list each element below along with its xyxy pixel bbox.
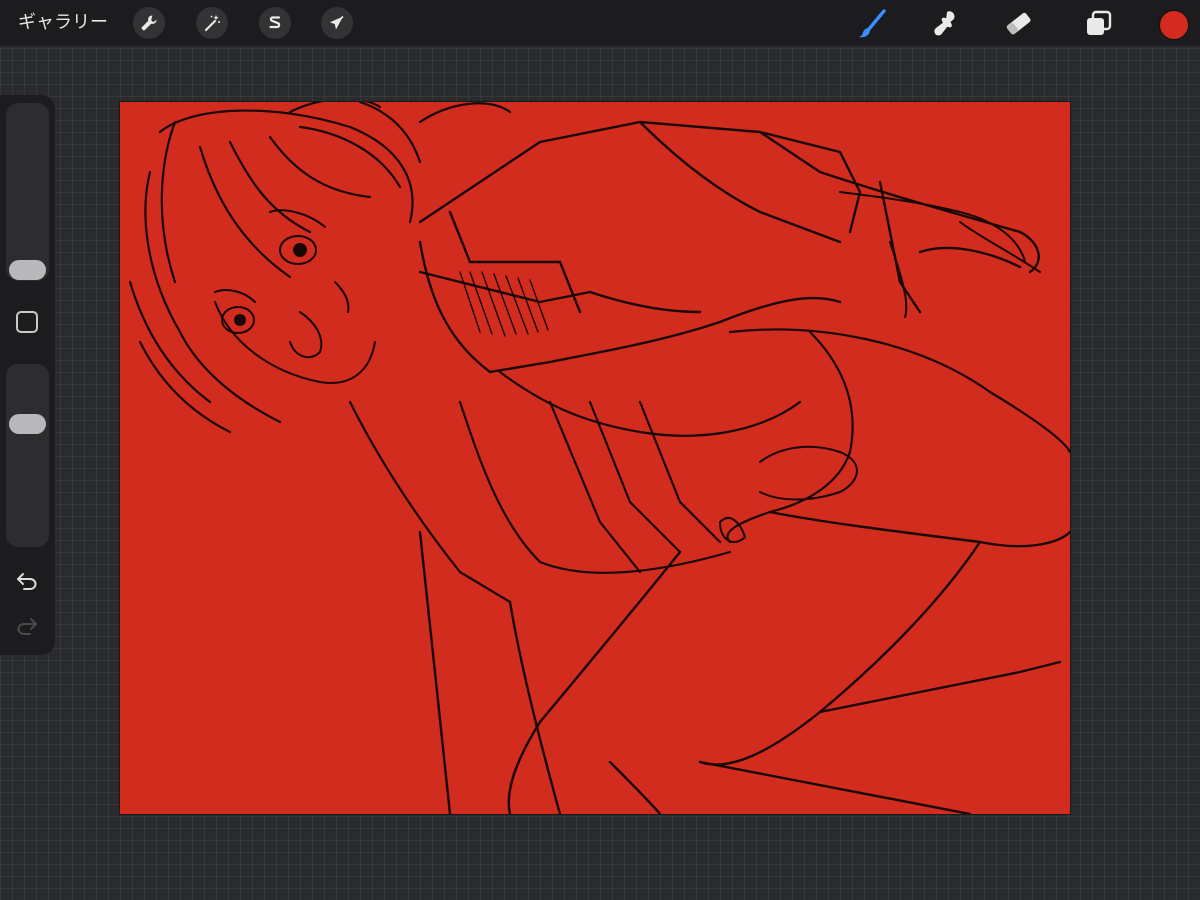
square-modify-icon[interactable] [16, 311, 38, 333]
left-sidebar [0, 95, 55, 655]
gallery-button[interactable]: ギャラリー [18, 9, 108, 37]
actions-button[interactable] [133, 7, 165, 39]
brush-size-thumb[interactable] [9, 260, 46, 280]
arrow-cursor-icon [330, 15, 344, 30]
opacity-thumb[interactable] [9, 414, 46, 434]
redo-button[interactable] [13, 614, 41, 638]
wrench-icon [141, 15, 157, 31]
color-picker-button[interactable] [1159, 10, 1189, 40]
brush-tool[interactable] [856, 7, 890, 41]
layers-icon [1087, 10, 1112, 35]
smudge-icon [934, 11, 955, 36]
redo-arrow-icon [17, 618, 37, 635]
magic-wand-icon [204, 15, 220, 32]
eraser-icon [1006, 12, 1031, 35]
transform-button[interactable] [321, 7, 353, 39]
brush-icon [859, 9, 886, 38]
drawing-canvas[interactable] [120, 102, 1070, 814]
layers-button[interactable] [1082, 7, 1116, 41]
eraser-tool[interactable] [1002, 7, 1036, 41]
selection-button[interactable] [259, 7, 291, 39]
selection-s-icon [269, 16, 281, 29]
undo-button[interactable] [13, 569, 41, 593]
smudge-tool[interactable] [929, 7, 963, 41]
sketch-artwork [128, 102, 1070, 814]
brush-size-slider[interactable] [6, 103, 49, 281]
undo-arrow-icon [17, 573, 37, 590]
top-toolbar: ギャラリー [0, 0, 1200, 46]
opacity-slider[interactable] [6, 364, 49, 547]
adjustments-button[interactable] [196, 7, 228, 39]
